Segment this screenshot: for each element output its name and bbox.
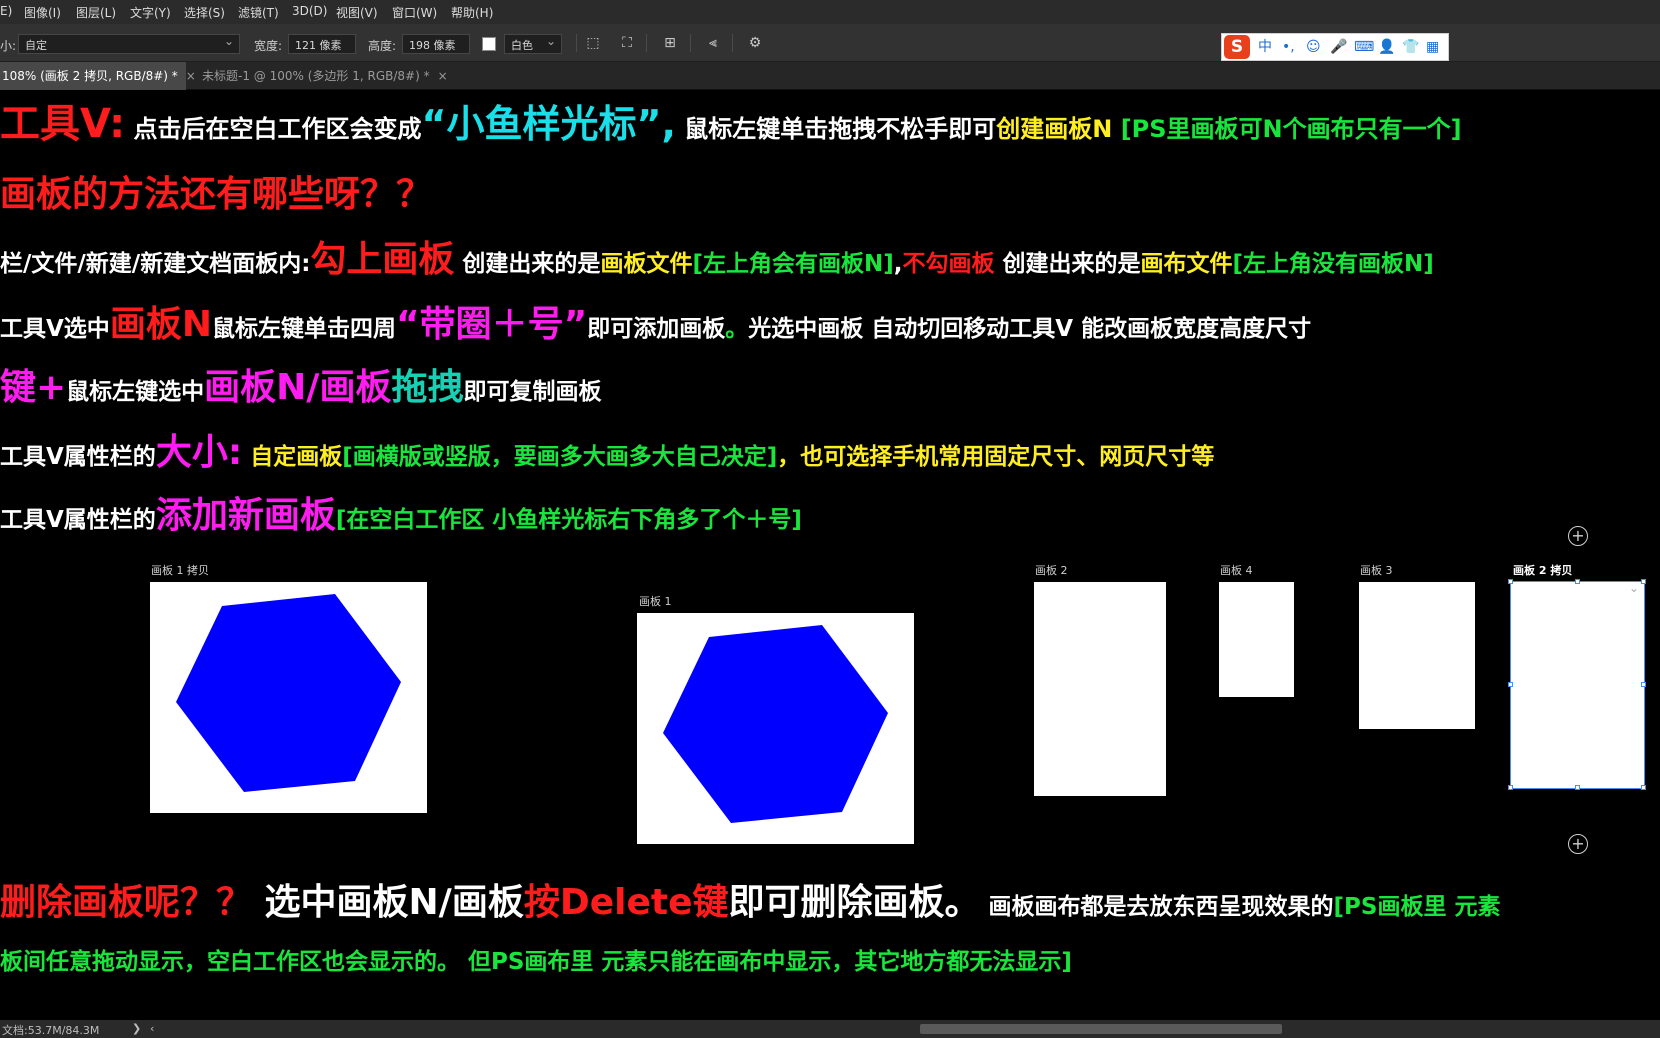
toolbar-divider — [732, 34, 733, 52]
menu-window[interactable]: 窗口(W) — [392, 4, 437, 21]
sogou-logo-icon[interactable]: S — [1224, 35, 1250, 59]
size-label: 小: — [0, 39, 17, 53]
close-icon[interactable]: × — [186, 69, 196, 83]
note-line-3: 栏/文件/新建/新建文档面板内:勾上画板 创建出来的是画板文件[左上角会有画板N… — [0, 239, 1434, 280]
artboard-label[interactable]: 画板 1 — [639, 593, 672, 609]
width-input[interactable]: 121 像素 — [288, 34, 356, 54]
microphone-icon[interactable]: 🎤 — [1330, 38, 1347, 56]
apps-grid-icon[interactable]: ▦ — [1426, 38, 1439, 56]
note-line-6: 工具V属性栏的大小: 自定画板[画横版或竖版，要画多大画多大自己决定]，也可选择… — [0, 432, 1215, 473]
emoji-icon[interactable]: ☺ — [1306, 38, 1321, 56]
artboard-3[interactable] — [1359, 582, 1475, 729]
toolbar-divider — [646, 34, 647, 52]
artboard-4[interactable] — [1219, 582, 1294, 697]
artboard-label[interactable]: 画板 4 — [1220, 562, 1253, 578]
toolbar-divider — [690, 34, 691, 52]
hexagon-shape[interactable] — [637, 613, 914, 844]
color-select-value: 白色 — [511, 39, 533, 52]
resize-handle[interactable] — [1641, 785, 1646, 790]
size-select-value: 自定 — [25, 39, 47, 52]
menu-select[interactable]: 选择(S) — [184, 4, 225, 21]
menu-view[interactable]: 视图(V) — [336, 4, 378, 21]
resize-handle[interactable] — [1508, 682, 1513, 687]
note-line-2: 画板的方法还有哪些呀？？ — [0, 174, 433, 215]
keyboard-icon[interactable]: ⌨ — [1354, 38, 1374, 56]
size-select[interactable]: 自定 — [18, 34, 240, 54]
crop-icon[interactable]: ⛶ — [618, 34, 636, 52]
horizontal-scrollbar[interactable] — [920, 1024, 1282, 1034]
note-line-4: 工具V选中画板N鼠标左键单击四周“带圈＋号”即可添加画板。光选中画板 自动切回移… — [0, 304, 1312, 345]
skin-icon[interactable]: 👕 — [1402, 38, 1419, 56]
menu-help[interactable]: 帮助(H) — [451, 4, 493, 21]
note-line-1: 工具V: 点击后在空白工作区会变成“小鱼样光标”, 鼠标左键单击拖拽不松手即可创… — [0, 101, 1462, 147]
menu-filter[interactable]: 滤镜(T) — [238, 4, 279, 21]
height-input-value: 198 像素 — [409, 39, 456, 52]
artboard-label[interactable]: 画板 1 拷贝 — [151, 562, 209, 578]
align-tl-icon[interactable]: ⬚ — [584, 34, 602, 52]
note-line-7: 工具V属性栏的添加新画板[在空白工作区 小鱼样光标右下角多了个＋号] — [0, 495, 802, 536]
tab-document-1[interactable]: 108% (画板 2 拷贝, RGB/8#) * × — [0, 62, 196, 90]
add-artboard-plus-top[interactable]: + — [1568, 526, 1588, 546]
resize-handle[interactable] — [1508, 785, 1513, 790]
resize-handle[interactable] — [1575, 579, 1580, 584]
user-icon[interactable]: 👤 — [1378, 38, 1395, 56]
artboard-1-copy[interactable] — [150, 582, 427, 813]
width-input-value: 121 像素 — [295, 39, 342, 52]
doc-size: 文档:53.7M/84.3M — [2, 1024, 100, 1037]
gear-icon[interactable]: ⚙ — [746, 34, 764, 52]
note-line-8: 删除画板呢？？ 选中画板N/画板按Delete键即可删除画板。 画板画布都是去放… — [0, 882, 1501, 923]
width-label: 宽度: — [254, 39, 283, 53]
menu-layer[interactable]: 图层(L) — [76, 4, 116, 21]
tab-label: 108% (画板 2 拷贝, RGB/8#) * — [2, 69, 178, 83]
ime-toolbar: S 中 •, ☺ 🎤 ⌨ 👤 👕 ▦ — [1221, 33, 1449, 61]
tab-label: 未标题-1 @ 100% (多边形 1, RGB/8#) * — [202, 69, 430, 83]
resize-handle[interactable] — [1575, 785, 1580, 790]
resize-handle[interactable] — [1641, 682, 1646, 687]
punctuation-icon[interactable]: •, — [1282, 38, 1295, 56]
menu-bar: E) 图像(I) 图层(L) 文字(Y) 选择(S) 滤镜(T) 3D(D) 视… — [0, 0, 1660, 24]
status-bar: 文档:53.7M/84.3M ❯ ‹ — [0, 1020, 1660, 1038]
resize-handle[interactable] — [1508, 579, 1513, 584]
color-select[interactable]: 白色 — [504, 34, 562, 54]
menu-3d[interactable]: 3D(D) — [292, 4, 327, 18]
add-artboard-plus-bottom[interactable]: + — [1568, 834, 1588, 854]
resize-handle[interactable] — [1641, 579, 1646, 584]
artboard-2[interactable] — [1034, 582, 1166, 796]
tab-document-2[interactable]: 未标题-1 @ 100% (多边形 1, RGB/8#) * × — [200, 62, 448, 90]
document-tabs: 108% (画板 2 拷贝, RGB/8#) * × 未标题-1 @ 100% (… — [0, 62, 1660, 90]
color-swatch[interactable] — [482, 37, 496, 51]
ime-mode[interactable]: 中 — [1258, 38, 1272, 56]
canvas-area[interactable]: 工具V: 点击后在空白工作区会变成“小鱼样光标”, 鼠标左键单击拖拽不松手即可创… — [0, 90, 1660, 1020]
status-menu-arrow[interactable]: ❯ — [132, 1022, 141, 1035]
close-icon[interactable]: × — [438, 69, 448, 83]
menu-edit[interactable]: E) — [0, 4, 12, 18]
hexagon-shape[interactable] — [150, 582, 427, 813]
align-left-icon[interactable]: ⫷ — [704, 34, 722, 52]
height-label: 高度: — [368, 39, 397, 53]
artboard-2-copy[interactable] — [1508, 579, 1646, 790]
artboard-label[interactable]: 画板 2 拷贝 — [1513, 562, 1572, 578]
artboard-label[interactable]: 画板 2 — [1035, 562, 1068, 578]
artboard-1[interactable] — [637, 613, 914, 844]
toolbar-divider — [576, 34, 577, 52]
artboard-label[interactable]: 画板 3 — [1360, 562, 1393, 578]
note-line-5: 键+鼠标左键选中画板N/画板拖拽即可复制画板 — [0, 367, 602, 408]
note-line-9: 板间任意拖动显示，空白工作区也会显示的。 但PS画布里 元素只能在画布中显示，其… — [0, 949, 1072, 975]
menu-type[interactable]: 文字(Y) — [130, 4, 171, 21]
scroll-left-arrow[interactable]: ‹ — [150, 1022, 154, 1035]
height-input[interactable]: 198 像素 — [402, 34, 470, 54]
menu-image[interactable]: 图像(I) — [24, 4, 61, 21]
add-artboard-icon[interactable]: ⊞ — [661, 34, 679, 52]
